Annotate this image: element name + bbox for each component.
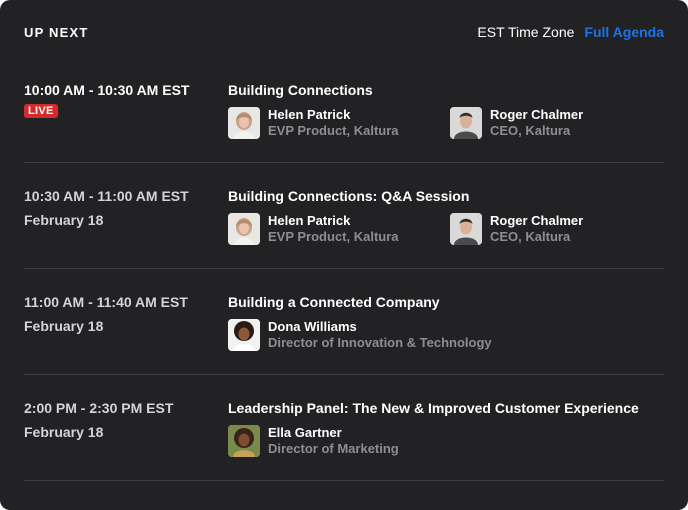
- avatar: [228, 319, 260, 351]
- session-item[interactable]: 11:00 AM - 11:40 AM EST February 18 Buil…: [24, 268, 664, 375]
- session-time: 2:00 PM - 2:30 PM EST: [24, 400, 174, 416]
- session-item[interactable]: 10:00 AM - 10:30 AM EST LIVE Building Co…: [24, 56, 664, 163]
- timezone-label: EST Time Zone: [477, 24, 575, 40]
- speaker-role: EVP Product, Kaltura: [268, 123, 399, 138]
- session-title[interactable]: Building Connections: Q&A Session: [228, 188, 664, 204]
- speaker[interactable]: Helen Patrick EVP Product, Kaltura: [228, 107, 399, 139]
- speaker-role: CEO, Kaltura: [490, 229, 571, 244]
- speaker[interactable]: Helen Patrick EVP Product, Kaltura: [228, 213, 399, 245]
- speaker-name: Helen Patrick: [268, 213, 351, 228]
- speaker-name: Helen Patrick: [268, 107, 351, 122]
- speaker-name: Roger Chalmer: [490, 213, 584, 228]
- session-date: February 18: [24, 318, 104, 334]
- session-time-block: 10:00 AM - 10:30 AM EST LIVE: [24, 82, 224, 119]
- speaker-name: Roger Chalmer: [490, 107, 584, 122]
- session-item[interactable]: 10:30 AM - 11:00 AM EST February 18 Buil…: [24, 162, 664, 269]
- speaker-name: Dona Williams: [268, 319, 357, 334]
- speaker-list: Helen Patrick EVP Product, Kaltura Roger…: [228, 107, 664, 141]
- speaker[interactable]: Roger Chalmer CEO, Kaltura: [450, 107, 583, 139]
- full-agenda-link[interactable]: Full Agenda: [584, 24, 664, 40]
- session-title[interactable]: Building Connections: [228, 82, 664, 98]
- session-details: Leadership Panel: The New & Improved Cus…: [228, 400, 664, 459]
- avatar: [228, 425, 260, 457]
- session-time-block: 10:30 AM - 11:00 AM EST February 18: [24, 188, 224, 228]
- section-title: UP NEXT: [24, 24, 89, 40]
- up-next-panel: UP NEXT EST Time Zone Full Agenda 10:00 …: [0, 0, 688, 510]
- speaker[interactable]: Dona Williams Director of Innovation & T…: [228, 319, 492, 351]
- avatar: [228, 213, 260, 245]
- session-details: Building a Connected Company Dona Willia…: [228, 294, 664, 353]
- session-time: 11:00 AM - 11:40 AM EST: [24, 294, 188, 310]
- speaker-role: Director of Innovation & Technology: [268, 335, 492, 350]
- avatar: [450, 213, 482, 245]
- session-date: February 18: [24, 424, 104, 440]
- session-details: Building Connections: Q&A Session Helen …: [228, 188, 664, 247]
- session-item[interactable]: 2:00 PM - 2:30 PM EST February 18 Leader…: [24, 374, 664, 481]
- avatar: [450, 107, 482, 139]
- session-time: 10:00 AM - 10:30 AM EST: [24, 82, 190, 98]
- session-time-block: 11:00 AM - 11:40 AM EST February 18: [24, 294, 224, 334]
- speaker[interactable]: Ella Gartner Director of Marketing: [228, 425, 399, 457]
- speaker-list: Ella Gartner Director of Marketing: [228, 425, 664, 459]
- session-time: 10:30 AM - 11:00 AM EST: [24, 188, 189, 204]
- panel-header: UP NEXT EST Time Zone Full Agenda: [24, 22, 664, 42]
- speaker-role: CEO, Kaltura: [490, 123, 571, 138]
- session-title[interactable]: Building a Connected Company: [228, 294, 664, 310]
- speaker-name: Ella Gartner: [268, 425, 342, 440]
- speaker-list: Helen Patrick EVP Product, Kaltura Roger…: [228, 213, 664, 247]
- speaker-role: EVP Product, Kaltura: [268, 229, 399, 244]
- session-time-block: 2:00 PM - 2:30 PM EST February 18: [24, 400, 224, 440]
- speaker[interactable]: Roger Chalmer CEO, Kaltura: [450, 213, 583, 245]
- session-date: February 18: [24, 212, 104, 228]
- avatar: [228, 107, 260, 139]
- speaker-list: Dona Williams Director of Innovation & T…: [228, 319, 664, 353]
- live-badge: LIVE: [24, 104, 58, 118]
- session-title[interactable]: Leadership Panel: The New & Improved Cus…: [228, 400, 664, 416]
- speaker-role: Director of Marketing: [268, 441, 399, 456]
- session-details: Building Connections Helen Patrick EVP P…: [228, 82, 664, 141]
- header-actions: EST Time Zone Full Agenda: [477, 24, 664, 40]
